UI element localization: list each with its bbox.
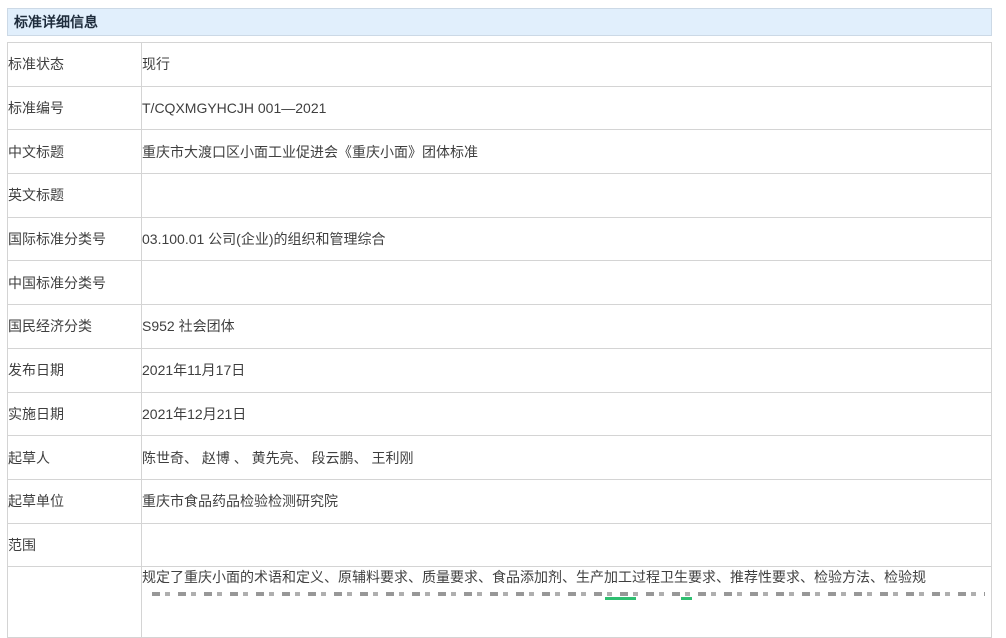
field-value xyxy=(142,174,992,218)
field-value xyxy=(142,261,992,305)
table-row-drafters: 起草人 陈世奇、 赵博 、 黄先亮、 段云鹏、 王利刚 xyxy=(8,436,992,480)
field-label: 英文标题 xyxy=(8,174,142,218)
clipped-text-line-artifact xyxy=(152,592,985,596)
field-label xyxy=(8,567,142,638)
field-value: 重庆市大渡口区小面工业促进会《重庆小面》团体标准 xyxy=(142,130,992,174)
field-label: 起草单位 xyxy=(8,479,142,523)
field-label: 标准状态 xyxy=(8,43,142,87)
field-value: T/CQXMGYHCJH 001—2021 xyxy=(142,86,992,130)
field-value: 03.100.01 公司(企业)的组织和管理综合 xyxy=(142,217,992,261)
table-row-chinese-title: 中文标题 重庆市大渡口区小面工业促进会《重庆小面》团体标准 xyxy=(8,130,992,174)
field-label: 国际标准分类号 xyxy=(8,217,142,261)
field-label: 中文标题 xyxy=(8,130,142,174)
table-row-ics-number: 国际标准分类号 03.100.01 公司(企业)的组织和管理综合 xyxy=(8,217,992,261)
table-row-economic-classification: 国民经济分类 S952 社会团体 xyxy=(8,305,992,349)
field-value: 2021年12月21日 xyxy=(142,392,992,436)
scope-description-text: 规定了重庆小面的术语和定义、原辅料要求、质量要求、食品添加剂、生产加工过程卫生要… xyxy=(142,567,926,587)
field-value: 陈世奇、 赵博 、 黄先亮、 段云鹏、 王利刚 xyxy=(142,436,992,480)
page: { "panel": { "title": "标准详细信息", "header_… xyxy=(0,0,1006,600)
table-row-english-title: 英文标题 xyxy=(8,174,992,218)
table-row-scope-label: 范围 xyxy=(8,523,992,567)
table-row-ccs-number: 中国标准分类号 xyxy=(8,261,992,305)
field-label: 国民经济分类 xyxy=(8,305,142,349)
field-label: 起草人 xyxy=(8,436,142,480)
table-row-drafting-organization: 起草单位 重庆市食品药品检验检测研究院 xyxy=(8,479,992,523)
field-value: 重庆市食品药品检验检测研究院 xyxy=(142,479,992,523)
standard-detail-table: 标准状态 现行 标准编号 T/CQXMGYHCJH 001—2021 中文标题 … xyxy=(7,42,992,638)
field-label: 标准编号 xyxy=(8,86,142,130)
panel-title: 标准详细信息 xyxy=(7,8,992,36)
field-label: 范围 xyxy=(8,523,142,567)
standard-detail-panel: 标准详细信息 标准状态 现行 标准编号 T/CQXMGYHCJH 001—202… xyxy=(7,8,992,638)
table-row-standard-number: 标准编号 T/CQXMGYHCJH 001—2021 xyxy=(8,86,992,130)
field-label: 中国标准分类号 xyxy=(8,261,142,305)
table-row-scope-description: 规定了重庆小面的术语和定义、原辅料要求、质量要求、食品添加剂、生产加工过程卫生要… xyxy=(8,567,992,638)
field-value: 2021年11月17日 xyxy=(142,348,992,392)
field-value: 规定了重庆小面的术语和定义、原辅料要求、质量要求、食品添加剂、生产加工过程卫生要… xyxy=(142,567,992,638)
field-value xyxy=(142,523,992,567)
field-label: 发布日期 xyxy=(8,348,142,392)
field-value: 现行 xyxy=(142,43,992,87)
table-row-publish-date: 发布日期 2021年11月17日 xyxy=(8,348,992,392)
field-label: 实施日期 xyxy=(8,392,142,436)
field-value: S952 社会团体 xyxy=(142,305,992,349)
table-row-implementation-date: 实施日期 2021年12月21日 xyxy=(8,392,992,436)
table-row-standard-status: 标准状态 现行 xyxy=(8,43,992,87)
